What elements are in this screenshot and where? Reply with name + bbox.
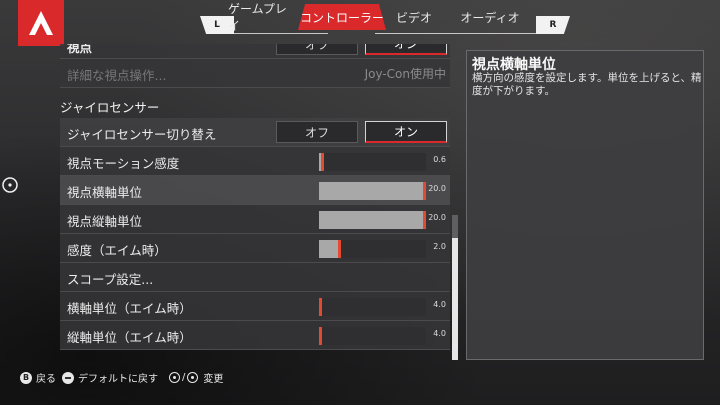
slider-label: 視点横軸単位 bbox=[67, 185, 143, 200]
aim-vertical-unit-row[interactable]: 縦軸単位（エイム時） 4.0 bbox=[60, 321, 450, 350]
aim-vertical-unit-slider[interactable] bbox=[319, 327, 426, 345]
advanced-look-controls-row[interactable]: 詳細な視点操作... Joy-Con使用中 bbox=[60, 59, 450, 88]
aim-horizontal-unit-slider[interactable] bbox=[319, 298, 426, 316]
slider-value: 20.0 bbox=[428, 213, 446, 222]
change-hint[interactable]: / 変更 bbox=[167, 370, 223, 385]
slider-knob[interactable] bbox=[423, 182, 426, 200]
gyro-section-header: ジャイロセンサー bbox=[60, 92, 450, 118]
gyro-section-title: ジャイロセンサー bbox=[60, 100, 160, 115]
slider-label: 横軸単位（エイム時） bbox=[67, 301, 192, 316]
slider-value: 4.0 bbox=[433, 329, 446, 338]
slider-label: 視点モーション感度 bbox=[67, 156, 180, 171]
look-motion-sensitivity-row[interactable]: 視点モーション感度 0.6 bbox=[60, 147, 450, 176]
cutoff-setting-row[interactable]: 視点 オフ オン bbox=[60, 44, 450, 59]
slider-label: 感度（エイム時） bbox=[67, 243, 167, 258]
joycon-status-text: Joy-Con使用中 bbox=[364, 67, 446, 81]
slider-value: 4.0 bbox=[433, 300, 446, 309]
slider-fill bbox=[319, 240, 338, 258]
cursor-icon bbox=[2, 177, 18, 193]
slider-label: 視点縦軸単位 bbox=[67, 214, 143, 229]
tab-controller[interactable]: コントローラー bbox=[298, 4, 386, 30]
gyro-toggle-label: ジャイロセンサー切り替え bbox=[67, 127, 217, 142]
slider-value: 0.6 bbox=[433, 155, 446, 164]
minus-button-icon bbox=[62, 371, 74, 384]
gyro-off-button[interactable]: オフ bbox=[276, 121, 358, 143]
slider-knob[interactable] bbox=[319, 327, 322, 345]
tab-gameplay[interactable]: ゲームプレイ bbox=[228, 2, 298, 33]
slider-knob[interactable] bbox=[319, 298, 322, 316]
back-label: 戻る bbox=[36, 374, 56, 385]
aim-sensitivity-slider[interactable] bbox=[319, 240, 426, 258]
vertical-unit-slider[interactable] bbox=[319, 211, 426, 229]
gyro-on-button[interactable]: オン bbox=[365, 121, 447, 143]
slash-separator: / bbox=[182, 372, 186, 383]
change-label: 変更 bbox=[203, 374, 224, 385]
cutoff-toggle-off[interactable]: オフ bbox=[276, 44, 358, 55]
look-motion-sensitivity-slider[interactable] bbox=[319, 153, 426, 171]
gyro-toggle-row[interactable]: ジャイロセンサー切り替え オフ オン bbox=[60, 118, 450, 147]
scrollbar-thumb[interactable] bbox=[452, 238, 458, 360]
dpad-icon bbox=[187, 372, 199, 383]
settings-list: 視点 オフ オン 詳細な視点操作... Joy-Con使用中 ジャイロセンサー … bbox=[60, 44, 450, 360]
slider-knob[interactable] bbox=[423, 211, 426, 229]
slider-value: 2.0 bbox=[433, 242, 446, 251]
scope-settings-label: スコープ設定... bbox=[67, 272, 154, 287]
apex-logo-icon bbox=[29, 11, 53, 35]
apex-logo bbox=[18, 0, 64, 46]
slider-fill bbox=[319, 182, 426, 200]
r-bumper-icon[interactable]: R bbox=[536, 16, 570, 34]
nav-divider bbox=[375, 33, 536, 34]
cutoff-setting-label: 視点 bbox=[67, 44, 93, 55]
vertical-unit-row[interactable]: 視点縦軸単位 20.0 bbox=[60, 205, 450, 234]
aim-sensitivity-row[interactable]: 感度（エイム時） 2.0 bbox=[60, 234, 450, 263]
reset-default-hint[interactable]: デフォルトに戻す bbox=[62, 370, 158, 385]
left-stick-icon bbox=[169, 372, 180, 383]
tab-video[interactable]: ビデオ bbox=[386, 4, 442, 30]
scope-settings-row[interactable]: スコープ設定... bbox=[60, 263, 450, 292]
slider-knob[interactable] bbox=[338, 240, 341, 258]
slider-value: 20.0 bbox=[428, 184, 446, 193]
description-body: 横方向の感度を設定します。単位を上げると、精度が下がります。 bbox=[472, 72, 702, 97]
reset-default-label: デフォルトに戻す bbox=[78, 374, 158, 385]
advanced-look-controls-label: 詳細な視点操作... bbox=[67, 68, 167, 83]
slider-knob[interactable] bbox=[321, 153, 324, 171]
b-button-icon: B bbox=[20, 371, 32, 384]
horizontal-unit-slider[interactable] bbox=[319, 182, 426, 200]
description-title: 視点横軸単位 bbox=[472, 57, 556, 73]
horizontal-unit-row[interactable]: 視点横軸単位 20.0 bbox=[60, 176, 450, 205]
slider-fill bbox=[319, 211, 426, 229]
aim-horizontal-unit-row[interactable]: 横軸単位（エイム時） 4.0 bbox=[60, 292, 450, 321]
top-navigation: L ゲームプレイ コントローラー ビデオ オーディオ R bbox=[200, 2, 570, 34]
cutoff-toggle-on[interactable]: オン bbox=[365, 44, 447, 55]
slider-label: 縦軸単位（エイム時） bbox=[67, 330, 192, 345]
description-panel: 視点横軸単位 横方向の感度を設定します。単位を上げると、精度が下がります。 bbox=[466, 50, 704, 360]
tab-audio[interactable]: オーディオ bbox=[450, 4, 530, 30]
back-hint[interactable]: B 戻る bbox=[20, 370, 56, 385]
